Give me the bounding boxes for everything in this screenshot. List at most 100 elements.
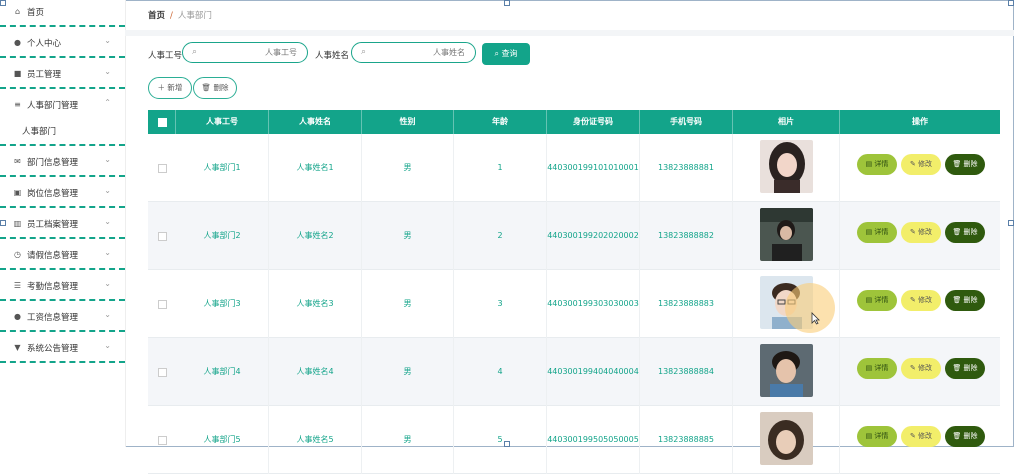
cell-id: 人事部门3 xyxy=(176,270,269,338)
resize-handle-right[interactable] xyxy=(1008,220,1014,226)
delete-button[interactable]: 🗑 删除 xyxy=(945,290,985,311)
cell-phone: 13823888881 xyxy=(640,134,733,202)
chevron-down-icon: ⌄ xyxy=(104,217,111,226)
add-button[interactable]: ＋ 新增 xyxy=(148,77,192,99)
row-checkbox[interactable] xyxy=(158,436,167,445)
delete-button[interactable]: 🗑 删除 xyxy=(945,358,985,379)
sidebar-subitem-hr-dept[interactable]: 人事部门 xyxy=(0,119,125,146)
search-button[interactable]: ⌕ 查询 xyxy=(482,43,530,65)
sidebar-item-dept-info[interactable]: ✉ 部门信息管理 ⌄ xyxy=(0,146,125,177)
header-phone: 手机号码 xyxy=(640,110,733,134)
sidebar-item-label: 员工档案管理 xyxy=(27,220,79,230)
sidebar-item-personal-center[interactable]: ● 个人中心 ⌄ xyxy=(0,27,125,58)
home-icon: ⌂ xyxy=(14,7,21,16)
header-divider xyxy=(125,30,1014,36)
resize-handle-left[interactable] xyxy=(0,220,6,226)
chart-icon: ▥ xyxy=(13,219,22,228)
sidebar-item-employee-archive[interactable]: ▥ 员工档案管理 ⌄ xyxy=(0,208,125,239)
search-name-input[interactable] xyxy=(375,46,465,59)
person-photo[interactable] xyxy=(760,412,813,465)
cell-name: 人事姓名3 xyxy=(269,270,362,338)
cell-idcard: 440300199303030003 xyxy=(547,270,640,338)
cell-id: 人事部门4 xyxy=(176,338,269,406)
table-row: 人事部门2 人事姓名2 男 2 440300199202020002 13823… xyxy=(148,202,1000,270)
cell-idcard: 440300199101010001 xyxy=(547,134,640,202)
cell-phone: 13823888885 xyxy=(640,406,733,474)
row-checkbox[interactable] xyxy=(158,368,167,377)
sidebar-item-label: 个人中心 xyxy=(27,39,62,49)
resize-handle-top-left[interactable] xyxy=(0,0,6,6)
chevron-down-icon: ⌄ xyxy=(104,186,111,195)
cell-age: 3 xyxy=(454,270,547,338)
header-gender: 性别 xyxy=(362,110,454,134)
breadcrumb-home[interactable]: 首页 xyxy=(148,11,165,21)
detail-button[interactable]: ▤ 详情 xyxy=(857,358,897,379)
delete-button[interactable]: 🗑 删除 xyxy=(945,222,985,243)
edit-button[interactable]: ✎ 修改 xyxy=(901,290,941,311)
chevron-down-icon: ⌄ xyxy=(104,67,111,76)
row-checkbox[interactable] xyxy=(158,232,167,241)
delete-button[interactable]: 🗑 删除 xyxy=(945,426,985,447)
sidebar-item-employee[interactable]: ■ 员工管理 ⌄ xyxy=(0,58,125,89)
resize-handle-top-right[interactable] xyxy=(1008,0,1014,6)
cell-gender: 男 xyxy=(362,134,454,202)
search-icon: ⌕ xyxy=(361,47,367,57)
person-photo[interactable] xyxy=(760,344,813,397)
resize-handle-top[interactable] xyxy=(504,0,510,6)
resize-handle-bottom[interactable] xyxy=(504,441,510,447)
chevron-down-icon: ⌄ xyxy=(104,248,111,257)
search-name-field[interactable]: ⌕ xyxy=(351,42,476,63)
chevron-up-icon: ⌃ xyxy=(104,98,111,107)
sidebar-subitem-label: 人事部门 xyxy=(22,127,57,137)
cell-age: 1 xyxy=(454,134,547,202)
edit-button[interactable]: ✎ 修改 xyxy=(901,426,941,447)
row-checkbox[interactable] xyxy=(158,300,167,309)
detail-button[interactable]: ▤ 详情 xyxy=(857,290,897,311)
table-row: 人事部门5 人事姓名5 男 5 440300199505050005 13823… xyxy=(148,406,1000,474)
sidebar-item-announcement[interactable]: ▼ 系统公告管理 ⌄ xyxy=(0,332,125,363)
table-row: 人事部门1 人事姓名1 男 1 440300199101010001 13823… xyxy=(148,134,1000,202)
search-icon: ⌕ xyxy=(494,49,499,58)
cell-name: 人事姓名2 xyxy=(269,202,362,270)
sidebar-item-label: 考勤信息管理 xyxy=(27,282,79,292)
sliders-icon: ☰ xyxy=(13,281,22,290)
detail-button[interactable]: ▤ 详情 xyxy=(857,426,897,447)
chevron-down-icon: ⌄ xyxy=(104,279,111,288)
person-photo[interactable] xyxy=(760,140,813,193)
sidebar-item-post-info[interactable]: ▣ 岗位信息管理 ⌄ xyxy=(0,177,125,208)
sidebar-item-hr-dept[interactable]: ≡ 人事部门管理 ⌃ xyxy=(0,89,125,120)
sidebar-item-label: 人事部门管理 xyxy=(27,101,79,111)
sidebar-item-label: 部门信息管理 xyxy=(27,158,79,168)
detail-button[interactable]: ▤ 详情 xyxy=(857,222,897,243)
cell-idcard: 440300199505050005 xyxy=(547,406,640,474)
search-id-field[interactable]: ⌕ xyxy=(182,42,308,63)
search-id-label: 人事工号 xyxy=(148,51,183,61)
edit-button[interactable]: ✎ 修改 xyxy=(901,154,941,175)
table-row: 人事部门3 人事姓名3 男 3 440300199303030003 13823… xyxy=(148,270,1000,338)
select-all-checkbox[interactable] xyxy=(158,118,167,127)
person-photo[interactable] xyxy=(760,208,813,261)
detail-button[interactable]: ▤ 详情 xyxy=(857,154,897,175)
cell-age: 5 xyxy=(454,406,547,474)
sidebar-item-home[interactable]: ⌂ 首页 xyxy=(0,0,125,27)
search-button-label: 查询 xyxy=(501,49,518,58)
sidebar-item-attendance-info[interactable]: ☰ 考勤信息管理 ⌄ xyxy=(0,270,125,301)
list-icon: ≡ xyxy=(14,100,21,109)
batch-delete-button[interactable]: 🗑 删除 xyxy=(193,77,237,99)
delete-button[interactable]: 🗑 删除 xyxy=(945,154,985,175)
cell-idcard: 440300199404040004 xyxy=(547,338,640,406)
edit-button[interactable]: ✎ 修改 xyxy=(901,358,941,379)
cell-idcard: 440300199202020002 xyxy=(547,202,640,270)
cell-phone: 13823888884 xyxy=(640,338,733,406)
search-id-input[interactable] xyxy=(207,46,297,59)
sidebar-item-salary-info[interactable]: ● 工资信息管理 ⌄ xyxy=(0,301,125,332)
cell-age: 4 xyxy=(454,338,547,406)
cell-id: 人事部门1 xyxy=(176,134,269,202)
sidebar-item-leave-info[interactable]: ◷ 请假信息管理 ⌄ xyxy=(0,239,125,270)
cell-name: 人事姓名4 xyxy=(269,338,362,406)
row-checkbox[interactable] xyxy=(158,164,167,173)
cell-id: 人事部门2 xyxy=(176,202,269,270)
header-id: 人事工号 xyxy=(176,110,269,134)
cell-gender: 男 xyxy=(362,270,454,338)
edit-button[interactable]: ✎ 修改 xyxy=(901,222,941,243)
